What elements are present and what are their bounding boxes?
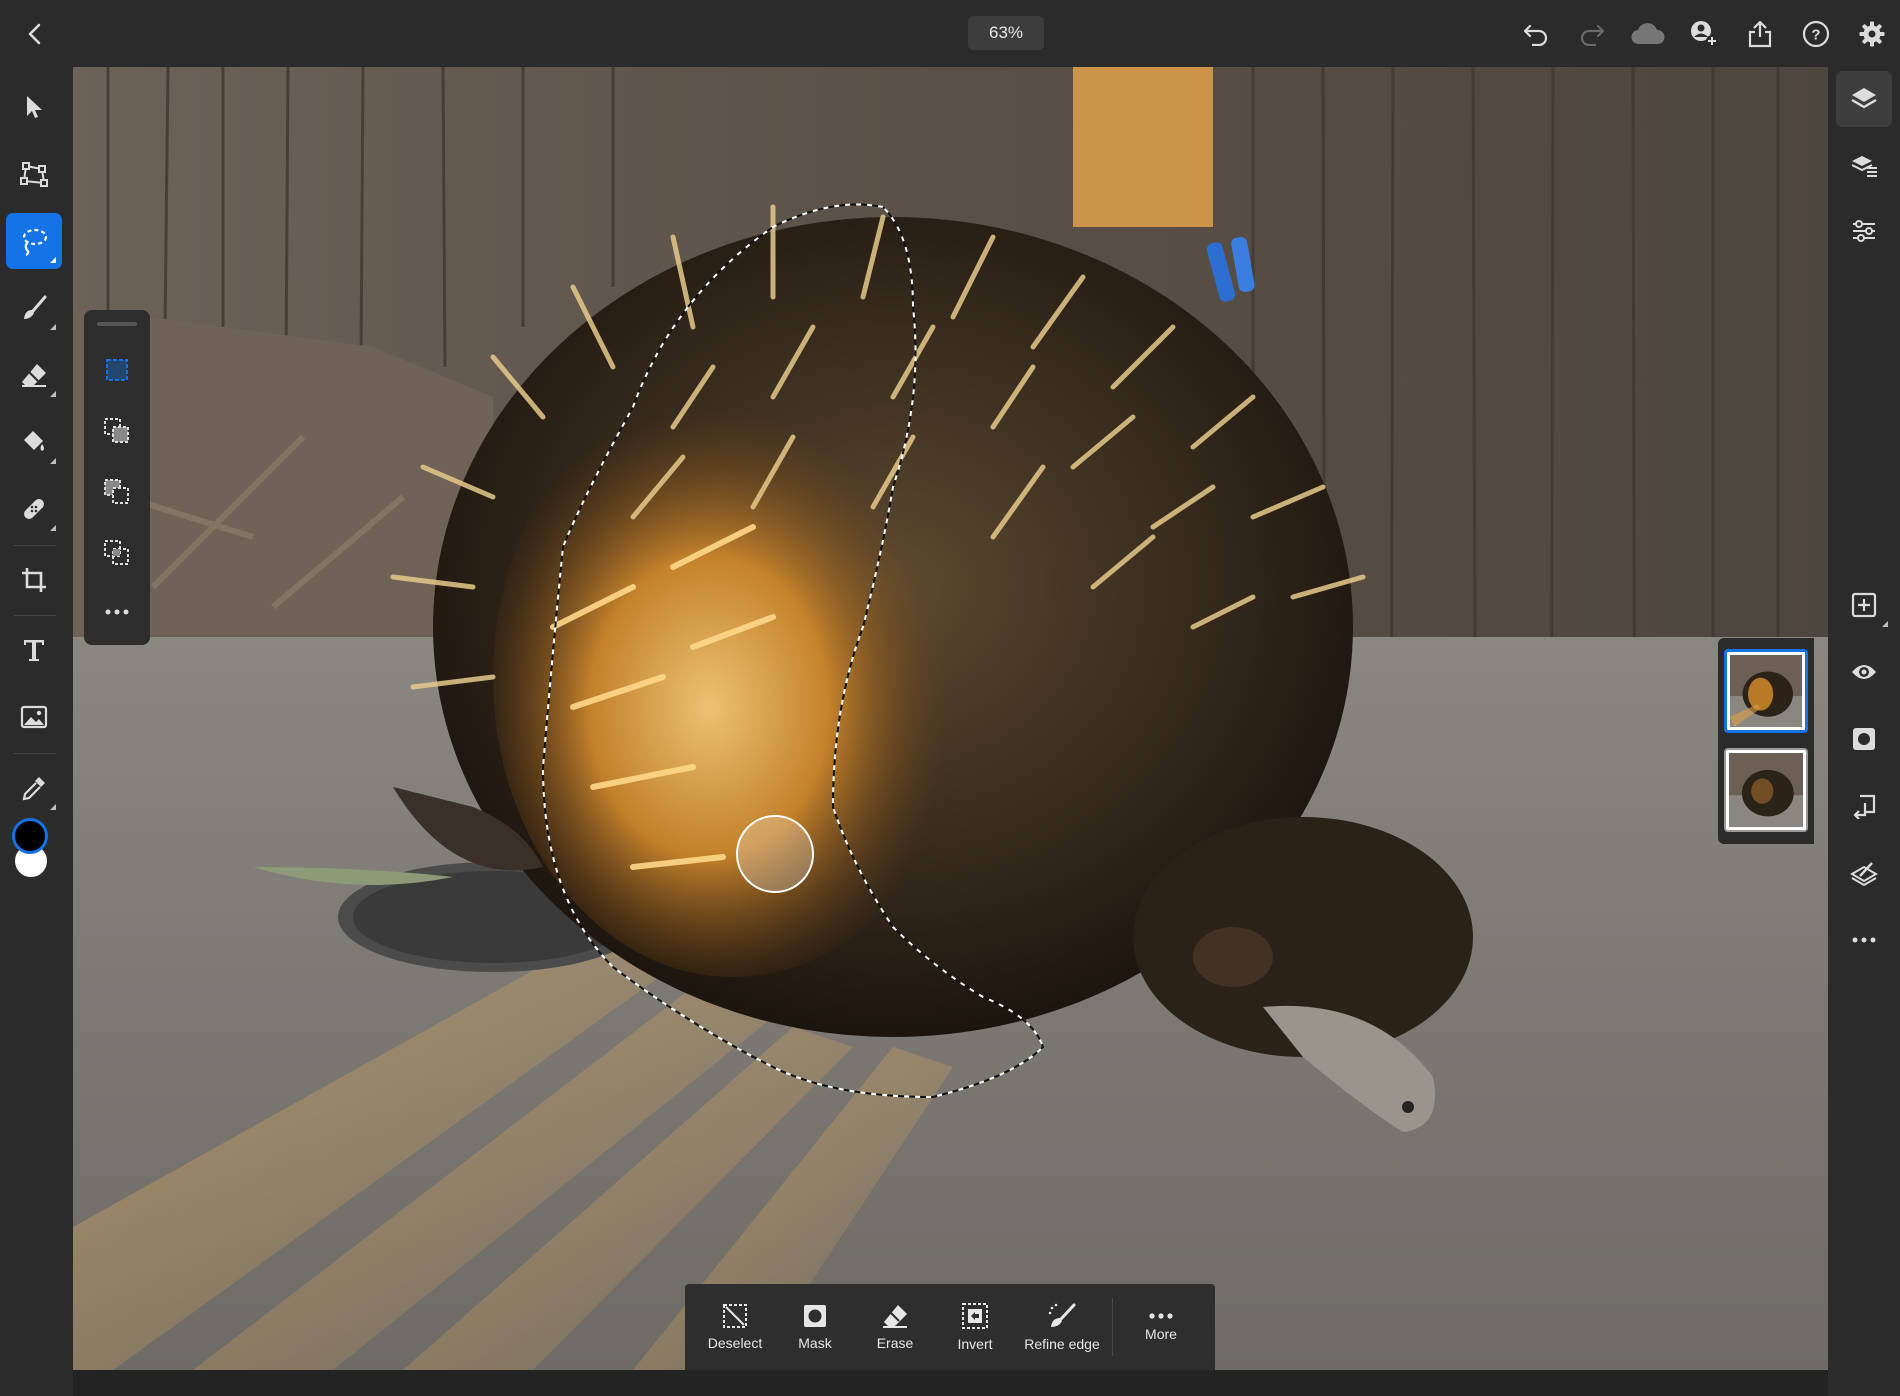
refine-edge-brush-icon (1048, 1303, 1076, 1327)
place-image-tool-icon[interactable] (6, 689, 62, 745)
toolbar-divider (14, 615, 56, 616)
mask-icon (804, 1305, 826, 1327)
selection-mode-panel (84, 310, 150, 645)
erase-label: Erase (876, 1335, 914, 1351)
brush-tool-icon[interactable] (6, 280, 62, 336)
canvas-bottom-strip (73, 1370, 1828, 1396)
document-canvas[interactable] (73, 67, 1828, 1370)
cloud-icon[interactable] (1620, 6, 1676, 62)
redo-icon[interactable] (1564, 6, 1620, 62)
action-bar-divider (1112, 1298, 1113, 1356)
layer-mask-icon[interactable] (1836, 711, 1892, 767)
lasso-select-tool-icon[interactable] (6, 213, 62, 269)
layer-thumbnail-bottom[interactable] (1724, 748, 1808, 832)
share-icon[interactable] (1732, 6, 1788, 62)
layers-thumbnail-panel (1718, 638, 1814, 844)
foreground-color-swatch[interactable] (12, 818, 48, 854)
toolbar-divider (14, 545, 56, 546)
layers-icon[interactable] (1836, 71, 1892, 127)
erase-button[interactable]: Erase (859, 1284, 931, 1370)
mask-label: Mask (798, 1335, 832, 1351)
add-to-selection-icon[interactable] (95, 409, 139, 453)
invert-button[interactable]: Invert (939, 1284, 1011, 1370)
layer-properties-icon[interactable] (1836, 138, 1892, 194)
more-button[interactable]: More (1121, 1284, 1201, 1370)
selection-action-bar: Deselect Mask Erase Invert Refine edge M… (685, 1284, 1215, 1370)
undo-icon[interactable] (1508, 6, 1564, 62)
right-toolbar (1828, 67, 1900, 1396)
refine-edge-button[interactable]: Refine edge (1017, 1284, 1107, 1370)
new-selection-icon[interactable] (95, 348, 139, 392)
left-toolbar (0, 67, 73, 1396)
more-label: More (1145, 1326, 1177, 1342)
fill-tool-icon[interactable] (6, 414, 62, 470)
more-options-icon[interactable] (95, 590, 139, 634)
back-icon[interactable] (18, 17, 52, 51)
type-tool-icon[interactable] (6, 622, 62, 678)
visibility-eye-icon[interactable] (1836, 644, 1892, 700)
clipping-mask-icon[interactable] (1836, 845, 1892, 901)
more-dots-icon (1149, 1313, 1173, 1319)
merge-down-icon[interactable] (1836, 778, 1892, 834)
toolbar-divider (14, 753, 56, 754)
invert-icon (962, 1303, 988, 1329)
erase-icon (883, 1305, 907, 1328)
healing-tool-icon[interactable] (6, 481, 62, 537)
layer-thumbnail-top[interactable] (1724, 649, 1808, 733)
svg-text:?: ? (1811, 26, 1820, 43)
panel-grip-handle[interactable] (97, 322, 137, 326)
echidna-photo (73, 67, 1828, 1370)
deselect-label: Deselect (707, 1335, 763, 1351)
subtract-from-selection-icon[interactable] (95, 470, 139, 514)
eraser-tool-icon[interactable] (6, 347, 62, 403)
top-bar: 63% ? (0, 0, 1900, 67)
deselect-button[interactable]: Deselect (699, 1284, 771, 1370)
intersect-selection-icon[interactable] (95, 531, 139, 575)
refine-edge-label: Refine edge (1024, 1336, 1100, 1352)
move-tool-icon[interactable] (6, 79, 62, 135)
add-layer-icon[interactable] (1836, 577, 1892, 633)
crop-tool-icon[interactable] (6, 552, 62, 608)
invert-label: Invert (957, 1336, 993, 1352)
invite-user-icon[interactable] (1676, 6, 1732, 62)
deselect-icon (723, 1304, 747, 1328)
top-actions: ? (1508, 0, 1900, 67)
adjustments-icon[interactable] (1836, 203, 1892, 259)
transform-tool-icon[interactable] (6, 146, 62, 202)
mask-button[interactable]: Mask (779, 1284, 851, 1370)
zoom-level-button[interactable]: 63% (968, 16, 1044, 50)
eyedropper-tool-icon[interactable] (6, 760, 62, 816)
help-icon[interactable]: ? (1788, 6, 1844, 62)
more-icon[interactable] (1836, 912, 1892, 968)
settings-gear-icon[interactable] (1844, 6, 1900, 62)
